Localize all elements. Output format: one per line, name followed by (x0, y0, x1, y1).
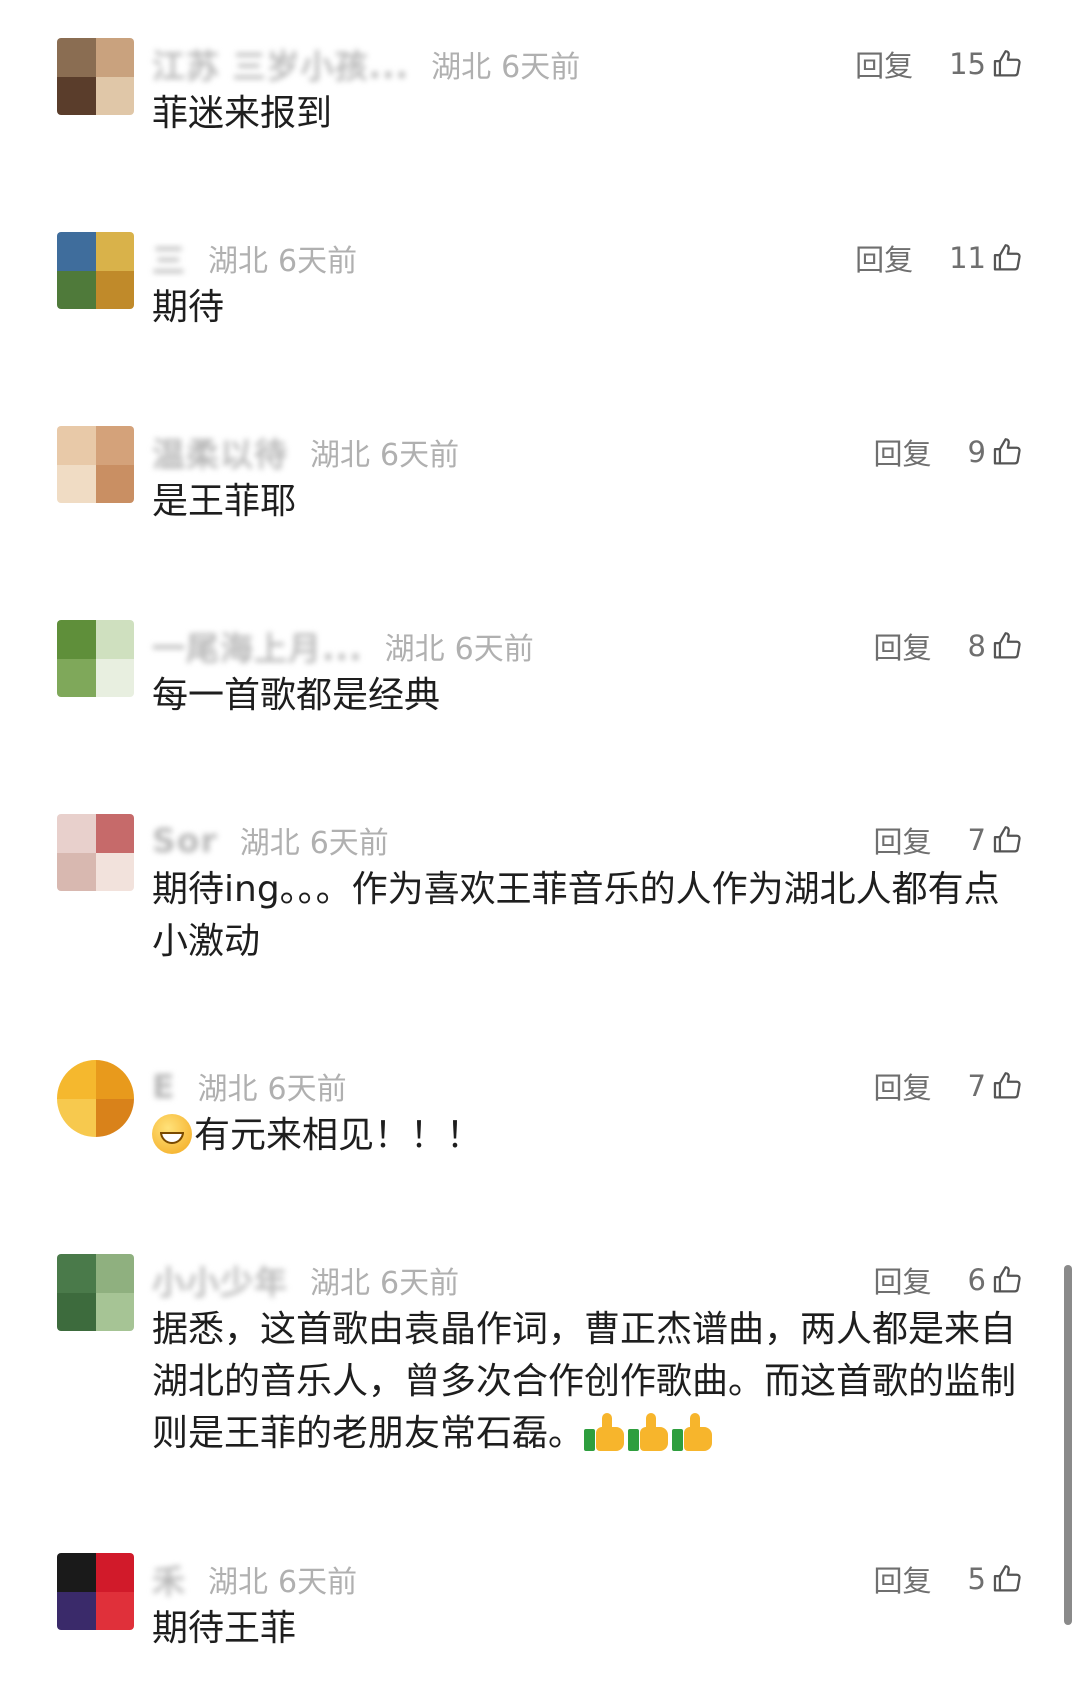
reply-button[interactable]: 回复 (874, 431, 932, 473)
location: 湖北 (208, 1565, 268, 1600)
avatar[interactable] (57, 814, 134, 891)
comment-meta: 一尾海上月... 湖北 6天前 回复 8 (152, 624, 1024, 668)
avatar[interactable] (57, 1553, 134, 1630)
reply-button[interactable]: 回复 (855, 237, 913, 279)
location: 湖北 (239, 826, 300, 861)
timestamp: 6天前 (309, 826, 389, 861)
username[interactable]: 小小少年 (152, 1256, 288, 1304)
timestamp: 6天前 (380, 1266, 460, 1301)
comment-item: 江苏 三岁小孩... 湖北 6天前 回复 15 菲迷来报到 (0, 30, 1080, 180)
avatar[interactable] (57, 232, 134, 309)
reply-button[interactable]: 回复 (874, 625, 932, 667)
location: 湖北 (197, 1072, 258, 1107)
comment-item: 三 湖北 6天前 回复 11 期待 (0, 224, 1080, 374)
scrollbar[interactable] (1064, 1265, 1072, 1625)
timestamp: 6天前 (267, 1072, 347, 1107)
like-count: 7 (967, 1069, 986, 1103)
comment-meta: E 湖北 6天前 回复 7 (152, 1064, 1024, 1108)
comment-body: 有元来相见！！！ (152, 1110, 1020, 1162)
comment-item: 温柔以待 湖北 6天前 回复 9 是王菲耶 (0, 418, 1080, 568)
username[interactable]: 禾 (152, 1555, 186, 1603)
username[interactable]: Sor (152, 821, 218, 860)
thumbs-up-emoji-icon (672, 1411, 714, 1451)
like-count: 7 (967, 823, 986, 857)
timestamp: 6天前 (278, 244, 358, 279)
grin-emoji-icon (152, 1114, 192, 1154)
timestamp: 6天前 (501, 50, 581, 85)
reply-button[interactable]: 回复 (874, 1065, 932, 1107)
thumbs-up-icon[interactable] (990, 241, 1024, 275)
username[interactable]: 三 (152, 234, 186, 282)
timestamp: 6天前 (380, 438, 460, 473)
comment-item: Sor 湖北 6天前 回复 7 期待ing。。。作为喜欢王菲音乐的人作为湖北人都… (0, 806, 1080, 996)
timestamp: 6天前 (454, 632, 534, 667)
comment-text: 期待 (152, 287, 225, 328)
avatar[interactable] (57, 1060, 134, 1137)
thumbs-up-icon[interactable] (990, 1263, 1024, 1297)
comment-text: 有元来相见！！！ (194, 1115, 483, 1156)
like-count: 15 (949, 47, 986, 81)
comment-meta: 禾 湖北 6天前 回复 5 (152, 1557, 1024, 1601)
like-count: 9 (967, 435, 986, 469)
comment-body: 据悉，这首歌由袁晶作词，曹正杰谱曲，两人都是来自湖北的音乐人，曾多次合作创作歌曲… (152, 1304, 1020, 1460)
reply-button[interactable]: 回复 (855, 43, 913, 85)
reply-button[interactable]: 回复 (874, 1558, 932, 1600)
thumbs-up-emoji-icon (628, 1411, 670, 1451)
location: 湖北 (208, 244, 268, 279)
username[interactable]: 江苏 三岁小孩... (152, 40, 409, 88)
avatar[interactable] (57, 426, 134, 503)
comment-item: 一尾海上月... 湖北 6天前 回复 8 每一首歌都是经典 (0, 612, 1080, 762)
username[interactable]: 一尾海上月... (152, 622, 363, 670)
location: 湖北 (431, 50, 492, 85)
thumbs-up-icon[interactable] (990, 823, 1024, 857)
avatar[interactable] (57, 620, 134, 697)
like-count: 8 (967, 629, 986, 663)
reply-button[interactable]: 回复 (874, 819, 932, 861)
comment-meta: 小小少年 湖北 6天前 回复 6 (152, 1258, 1024, 1302)
location: 湖北 (310, 1266, 370, 1301)
thumbs-up-icon[interactable] (990, 629, 1024, 663)
thumbs-up-icon[interactable] (990, 1562, 1024, 1596)
avatar[interactable] (57, 1254, 134, 1331)
thumbs-up-emoji-icon (584, 1411, 626, 1451)
thumbs-up-icon[interactable] (990, 47, 1024, 81)
thumbs-up-icon[interactable] (990, 1069, 1024, 1103)
like-count: 5 (967, 1562, 986, 1596)
like-count: 6 (967, 1263, 986, 1297)
comment-item: E 湖北 6天前 回复 7 有元来相见！！！ (0, 1052, 1080, 1202)
comment-text: 期待王菲 (152, 1608, 297, 1649)
comment-text: 是王菲耶 (152, 481, 297, 522)
comment-meta: 三 湖北 6天前 回复 11 (152, 236, 1024, 280)
reply-button[interactable]: 回复 (874, 1259, 932, 1301)
like-count: 11 (949, 241, 986, 275)
location: 湖北 (310, 438, 370, 473)
thumbs-up-icon[interactable] (990, 435, 1024, 469)
comment-item: 禾 湖北 6天前 回复 5 期待王菲 (0, 1545, 1080, 1695)
username[interactable]: E (152, 1067, 176, 1106)
location: 湖北 (384, 632, 445, 667)
timestamp: 6天前 (278, 1565, 358, 1600)
comment-text: 菲迷来报到 (152, 93, 333, 134)
comment-meta: 江苏 三岁小孩... 湖北 6天前 回复 15 (152, 42, 1024, 86)
comment-item: 小小少年 湖北 6天前 回复 6 据悉，这首歌由袁晶作词，曹正杰谱曲，两人都是来… (0, 1246, 1080, 1486)
username[interactable]: 温柔以待 (152, 428, 288, 476)
comment-meta: 温柔以待 湖北 6天前 回复 9 (152, 430, 1024, 474)
comment-text: 每一首歌都是经典 (152, 675, 441, 716)
comment-meta: Sor 湖北 6天前 回复 7 (152, 818, 1024, 862)
avatar[interactable] (57, 38, 134, 115)
comment-text: 期待ing。。。作为喜欢王菲音乐的人作为湖北人都有点小激动 (152, 869, 1000, 962)
